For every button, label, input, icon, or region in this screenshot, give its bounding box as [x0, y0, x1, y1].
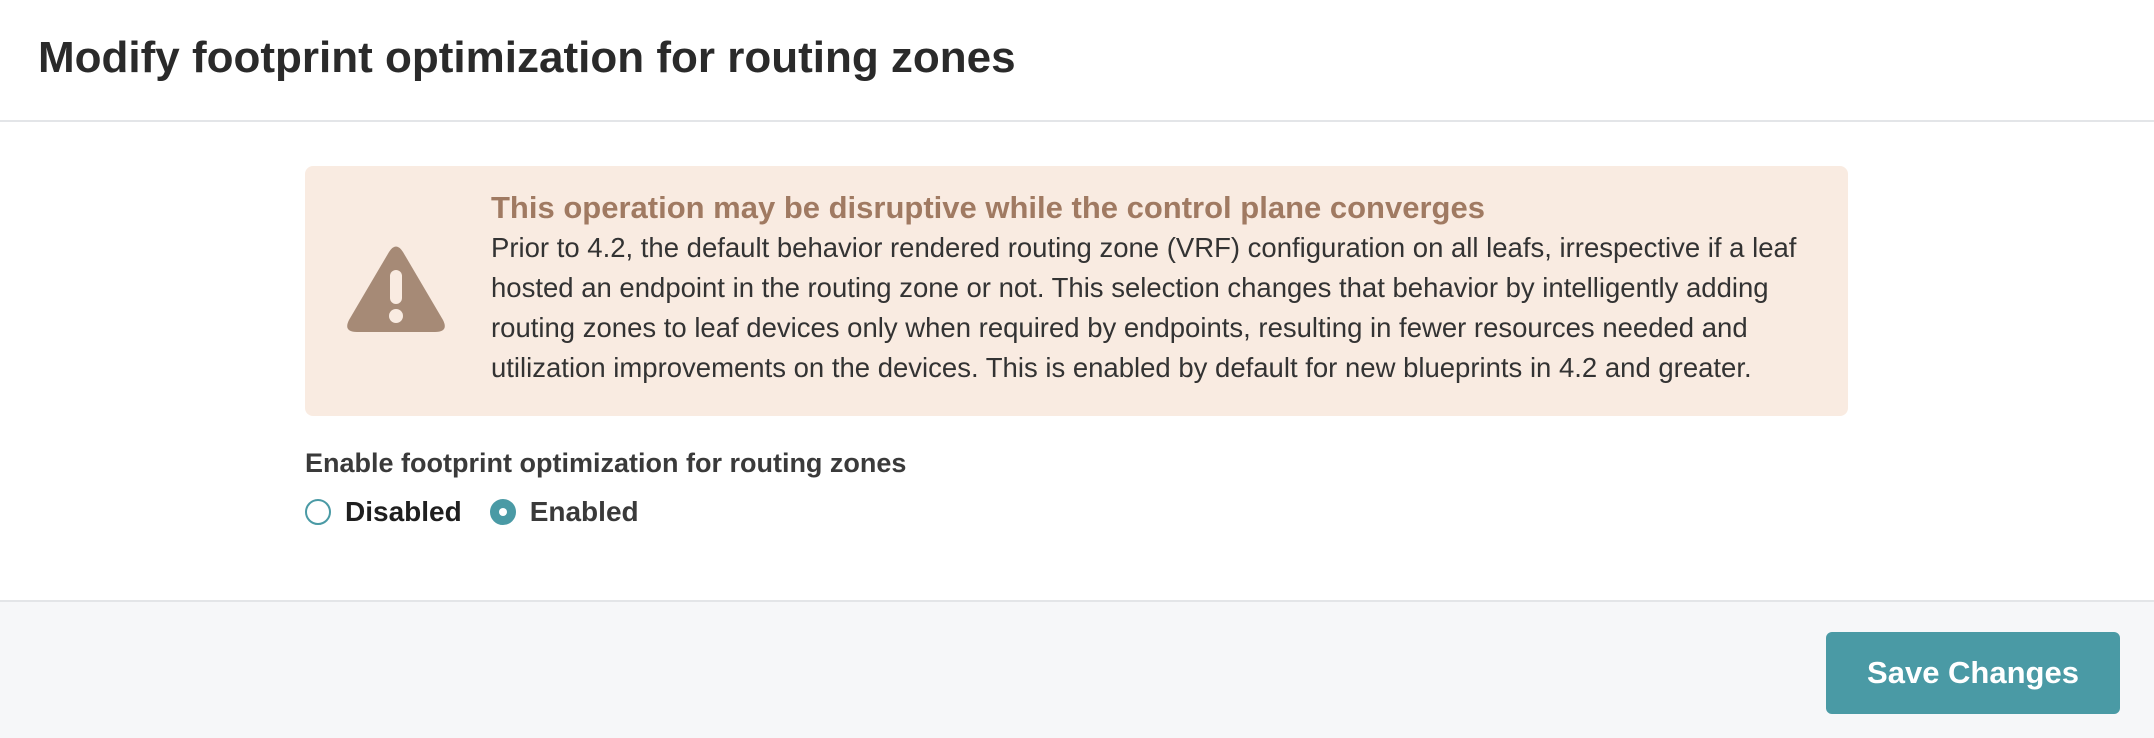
alert-title: This operation may be disruptive while t…	[491, 190, 1485, 225]
modal-footer: Save Changes	[0, 600, 2154, 738]
modal-header: Modify footprint optimization for routin…	[0, 0, 2154, 122]
modal-title: Modify footprint optimization for routin…	[38, 33, 1016, 82]
alert-body: Prior to 4.2, the default behavior rende…	[491, 232, 1797, 383]
radio-disabled-label[interactable]: Disabled	[345, 492, 462, 532]
footprint-optimization-label: Enable footprint optimization for routin…	[305, 448, 907, 478]
footprint-optimization-radio-group: Disabled Enabled	[305, 492, 639, 532]
save-changes-button[interactable]: Save Changes	[1826, 632, 2120, 714]
warning-alert: This operation may be disruptive while t…	[305, 166, 1848, 416]
radio-enabled[interactable]	[489, 499, 516, 525]
radio-option-disabled[interactable]: Disabled	[305, 492, 462, 532]
radio-option-enabled[interactable]: Enabled	[489, 492, 639, 532]
radio-enabled-label[interactable]: Enabled	[530, 492, 639, 532]
radio-disabled[interactable]	[305, 499, 331, 525]
alert-content: This operation may be disruptive while t…	[491, 188, 1821, 388]
modal-body: This operation may be disruptive while t…	[0, 122, 2154, 600]
warning-triangle-icon	[345, 244, 447, 336]
